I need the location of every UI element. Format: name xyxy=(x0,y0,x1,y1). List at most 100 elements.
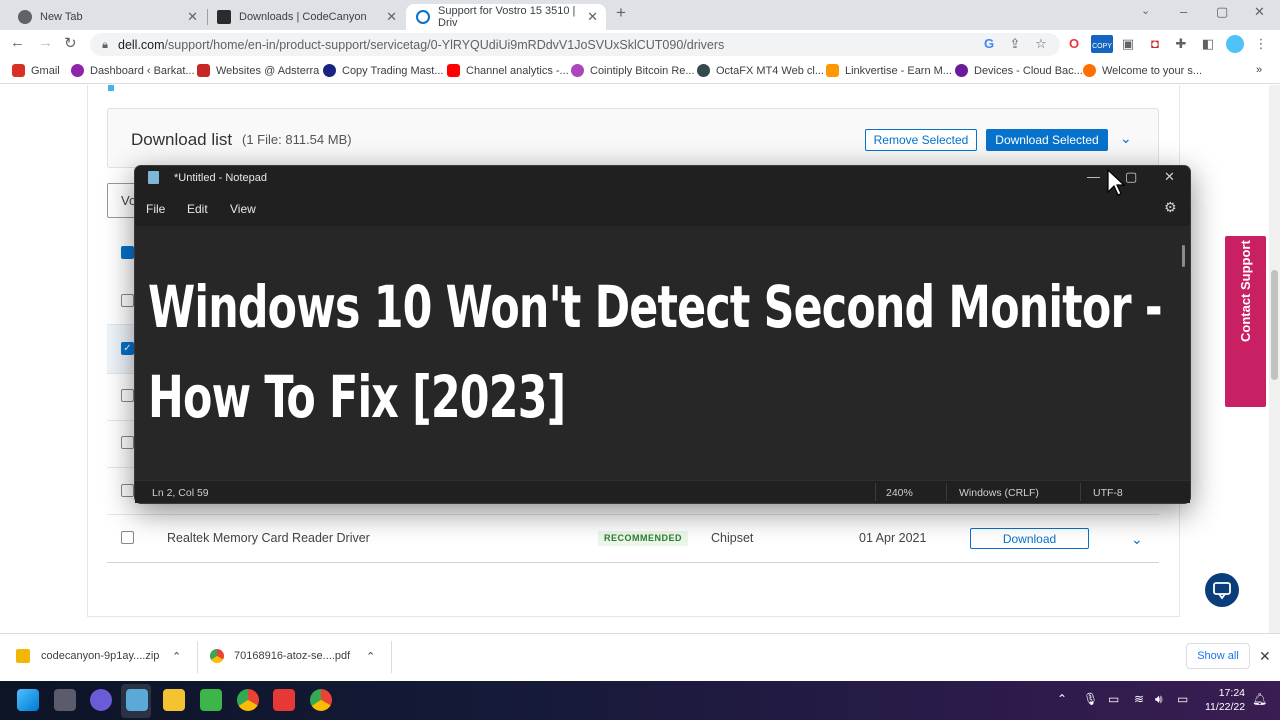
chat-app-icon[interactable] xyxy=(90,689,112,711)
back-arrow-icon[interactable]: ← xyxy=(10,34,25,51)
row-checkbox[interactable] xyxy=(121,484,134,497)
tab-new-tab[interactable]: New Tab ✕ xyxy=(8,4,206,30)
tab-label: Downloads | CodeCanyon xyxy=(239,11,367,23)
lock-icon[interactable]: 🔒︎ xyxy=(98,38,112,52)
chrome-profile-icon[interactable] xyxy=(310,689,332,711)
chat-button[interactable] xyxy=(1205,573,1239,607)
bookmark-devices[interactable]: Devices - Cloud Bac... xyxy=(955,64,1083,77)
page-scrollbar-thumb[interactable] xyxy=(1271,270,1278,380)
bookmark-channel-analytics[interactable]: Channel analytics -... xyxy=(447,64,569,77)
contact-support-label: Contact Support xyxy=(1236,240,1256,342)
accent-marker xyxy=(108,85,114,91)
row-checkbox[interactable] xyxy=(121,436,134,449)
remove-selected-button[interactable]: Remove Selected xyxy=(865,129,977,151)
download-selected-button[interactable]: Download Selected xyxy=(986,129,1108,151)
extensions-puzzle-icon[interactable]: ✚ xyxy=(1174,37,1188,51)
notepad-scrollbar[interactable] xyxy=(1182,245,1185,267)
chrome-taskbar-icon[interactable] xyxy=(237,689,259,711)
shield-extension-icon[interactable]: ◘ xyxy=(1148,37,1162,51)
share-icon[interactable]: ⇪ xyxy=(1008,37,1022,51)
task-view-icon[interactable] xyxy=(54,689,76,711)
camtasia-icon[interactable] xyxy=(200,689,222,711)
chevron-down-icon[interactable]: ⌄ xyxy=(1120,130,1132,147)
more-bookmarks-icon[interactable]: » xyxy=(1256,64,1262,76)
notepad-minimize-icon[interactable]: — xyxy=(1087,169,1100,184)
image-extension-icon[interactable]: ▣ xyxy=(1121,37,1135,51)
row-checkbox-checked[interactable]: ✓ xyxy=(121,342,134,355)
new-tab-plus-icon[interactable]: + xyxy=(616,3,626,23)
row-checkbox[interactable] xyxy=(121,389,134,402)
url-text[interactable]: dell.com/support/home/en-in/product-supp… xyxy=(118,38,724,52)
bookmark-octafx[interactable]: OctaFX MT4 Web cl... xyxy=(697,64,824,77)
menu-kebab-icon[interactable]: ⋮ xyxy=(1254,37,1268,51)
recorder-icon[interactable] xyxy=(273,689,295,711)
tab-codecanyon[interactable]: Downloads | CodeCanyon ✕ xyxy=(207,4,405,30)
show-all-button[interactable]: Show all xyxy=(1186,643,1250,669)
maximize-icon[interactable]: ▢ xyxy=(1216,4,1228,20)
cursor-position: Ln 2, Col 59 xyxy=(152,487,209,499)
minimize-icon[interactable]: – xyxy=(1180,4,1187,19)
bookmark-linkvertise[interactable]: Linkvertise - Earn M... xyxy=(826,64,952,77)
notepad-taskbar-icon[interactable] xyxy=(126,689,148,711)
tab-dell-support[interactable]: Support for Vostro 15 3510 | Driv ✕ xyxy=(406,4,606,30)
download-separator xyxy=(391,641,392,673)
close-window-icon[interactable]: ✕ xyxy=(1254,4,1265,20)
reload-icon[interactable]: ↻ xyxy=(64,34,77,52)
chrome-file-icon xyxy=(210,649,224,663)
side-panel-icon[interactable]: ◧ xyxy=(1201,37,1215,51)
menu-edit[interactable]: Edit xyxy=(187,202,208,216)
file-explorer-icon[interactable] xyxy=(163,689,185,711)
bookmark-cointiply[interactable]: Cointiply Bitcoin Re... xyxy=(571,64,695,77)
row-checkbox[interactable] xyxy=(121,294,134,307)
taskbar-clock[interactable]: 17:24 11/22/22 xyxy=(1205,686,1245,714)
download-item-menu-icon[interactable]: ⌃ xyxy=(366,650,375,663)
chevron-down-icon[interactable]: ⌄ xyxy=(1131,531,1143,548)
status-separator xyxy=(875,483,876,501)
bookmark-welcome[interactable]: Welcome to your s... xyxy=(1083,64,1202,77)
site-icon xyxy=(1083,64,1096,77)
close-downloads-icon[interactable]: ✕ xyxy=(1259,648,1271,665)
bookmark-gmail[interactable]: Gmail xyxy=(12,64,60,77)
globe-icon xyxy=(697,64,710,77)
notepad-text[interactable]: Windows 10 Won't Detect Second Monitor -… xyxy=(148,262,1181,442)
row-divider xyxy=(107,562,1159,563)
more-bookmarks-label: » xyxy=(1256,64,1263,76)
bookmark-dashboard[interactable]: Dashboard ‹ Barkat... xyxy=(71,64,195,77)
windows-start-icon[interactable] xyxy=(17,689,39,711)
profile-avatar[interactable] xyxy=(1226,35,1244,53)
zoom-level: 240% xyxy=(886,487,913,499)
battery-icon[interactable]: ▭ xyxy=(1177,692,1188,706)
forward-arrow-icon[interactable]: → xyxy=(38,34,53,51)
select-all-checkbox[interactable] xyxy=(121,246,134,259)
wifi-icon[interactable]: ≋ xyxy=(1134,692,1144,706)
menu-view[interactable]: View xyxy=(230,202,256,216)
settings-gear-icon[interactable]: ⚙ xyxy=(1164,199,1177,216)
bookmark-copy-trading[interactable]: Copy Trading Mast... xyxy=(323,64,444,77)
codecanyon-icon xyxy=(217,10,231,24)
row-checkbox[interactable] xyxy=(121,531,134,544)
notepad-maximize-icon[interactable]: ▢ xyxy=(1125,169,1137,185)
close-tab-icon[interactable]: ✕ xyxy=(386,9,397,25)
display-icon[interactable]: ▭ xyxy=(1108,692,1119,706)
close-tab-icon[interactable]: ✕ xyxy=(587,9,598,25)
download-item-menu-icon[interactable]: ⌃ xyxy=(172,650,181,663)
download-item-pdf[interactable]: 70168916-atoz-se....pdf xyxy=(234,650,350,662)
driver-name[interactable]: Realtek Memory Card Reader Driver xyxy=(167,531,370,545)
menu-file[interactable]: File xyxy=(146,202,165,216)
tray-overflow-icon[interactable]: ⌃ xyxy=(1057,692,1067,706)
copy-extension-icon[interactable]: COPY xyxy=(1091,35,1113,53)
notepad-close-icon[interactable]: ✕ xyxy=(1164,169,1175,185)
google-icon[interactable]: G xyxy=(982,37,996,51)
close-tab-icon[interactable]: ✕ xyxy=(187,9,198,25)
tab-search-chevron-icon[interactable]: ⌄ xyxy=(1141,4,1150,17)
bookmark-label: Dashboard ‹ Barkat... xyxy=(90,64,195,77)
download-button[interactable]: Download xyxy=(970,528,1089,549)
notepad-icon xyxy=(148,171,159,184)
bookmark-star-icon[interactable]: ☆ xyxy=(1034,37,1048,51)
download-item-zip[interactable]: codecanyon-9p1ay....zip xyxy=(41,650,159,662)
volume-icon[interactable]: 🔊︎ xyxy=(1155,692,1163,707)
opera-icon[interactable]: O xyxy=(1067,37,1081,51)
bookmark-adsterra[interactable]: Websites @ Adsterra xyxy=(197,64,319,77)
microphone-icon[interactable]: 🎙︎ xyxy=(1083,692,1098,706)
notification-bell-icon[interactable]: 🔔︎ xyxy=(1252,692,1267,706)
